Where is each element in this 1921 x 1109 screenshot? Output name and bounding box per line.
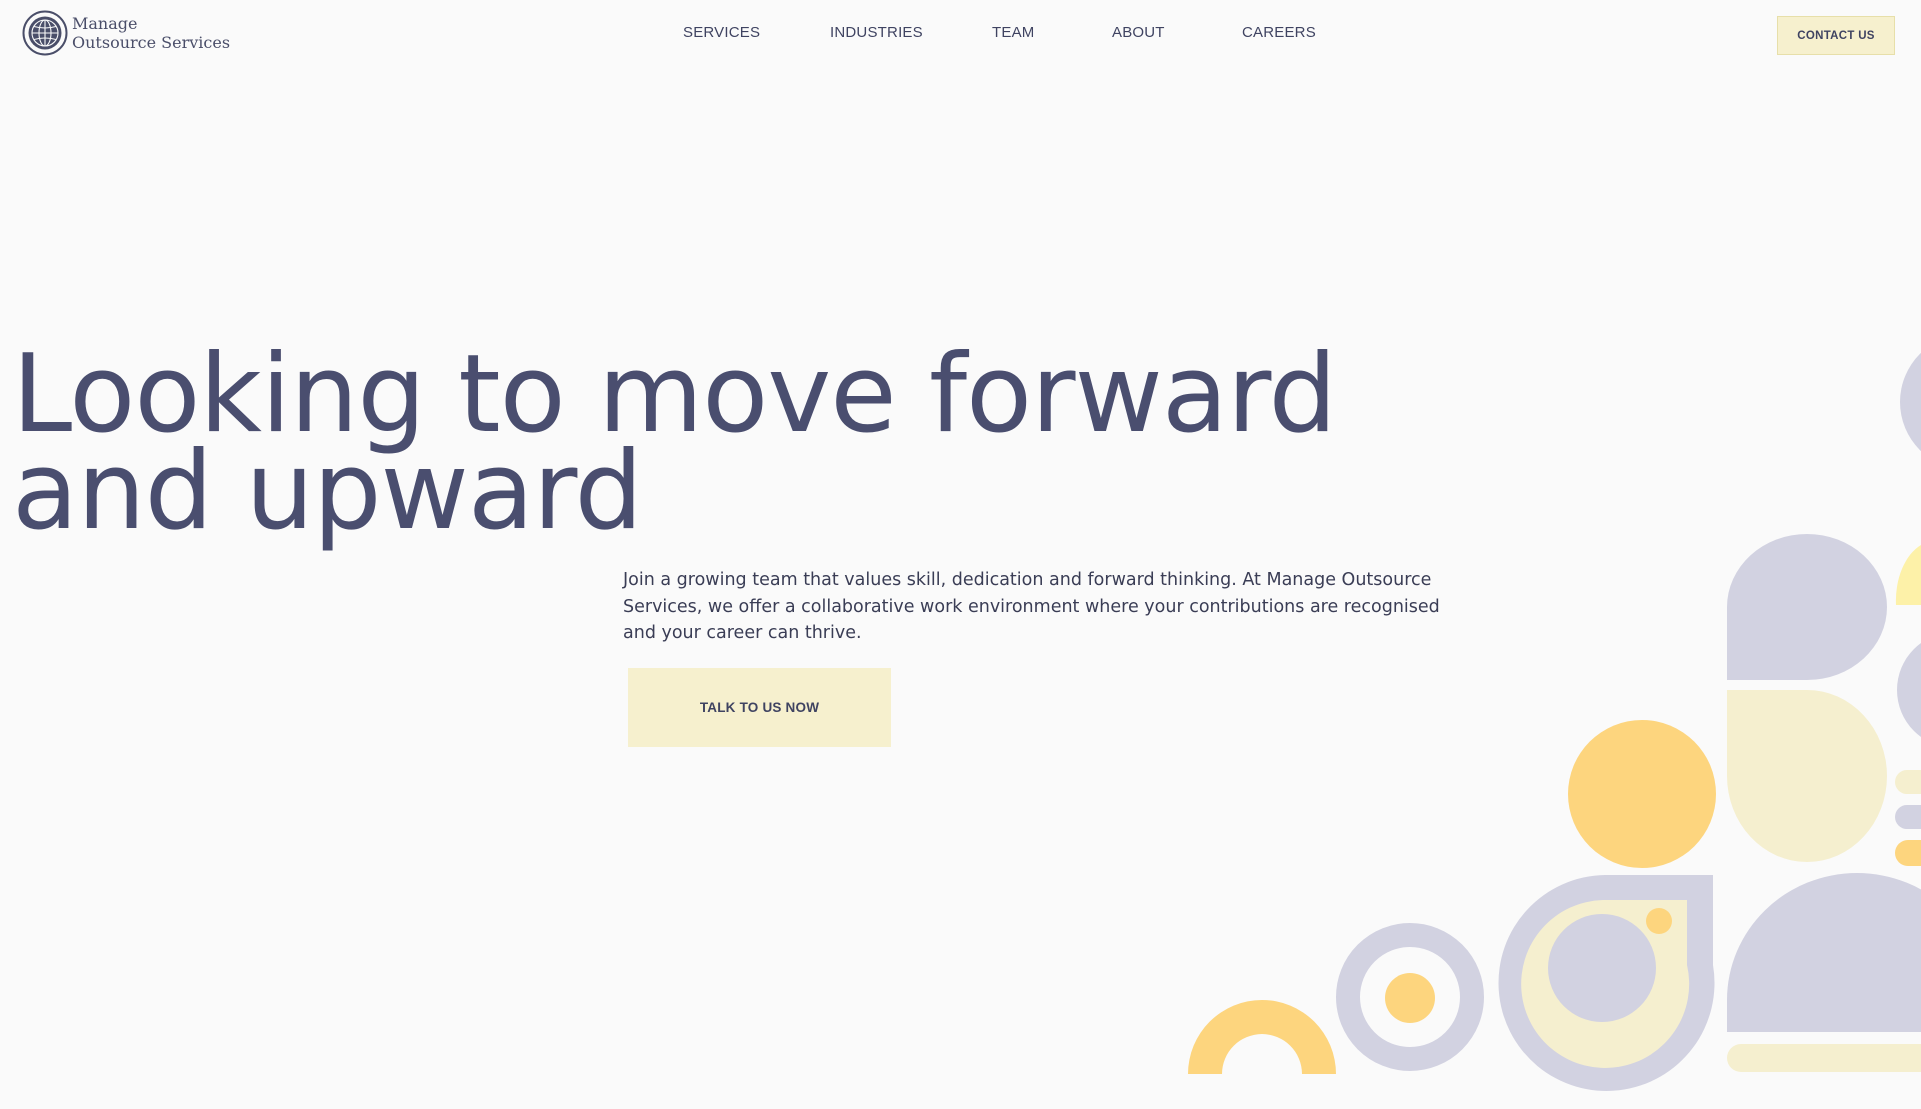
decor-pill-lavender — [1895, 805, 1921, 829]
nav-services[interactable]: SERVICES — [683, 24, 760, 41]
decor-cream-bar — [1727, 1044, 1921, 1072]
hero-description: Join a growing team that values skill, d… — [623, 570, 1440, 643]
nav-about[interactable]: ABOUT — [1112, 24, 1165, 41]
decor-cream-petal — [1727, 690, 1887, 862]
decor-circle-right — [1897, 643, 1921, 737]
decor-drop-cream — [1521, 900, 1690, 1068]
decor-drop-outer — [1498, 875, 1715, 1091]
decor-circle-top-right — [1900, 352, 1921, 452]
decor-ring-center — [1385, 973, 1435, 1023]
decor-yellow-circle — [1568, 720, 1716, 868]
decor-lavender-petal — [1727, 534, 1887, 680]
decorative-shapes — [1188, 352, 1921, 1091]
decor-drop-dot — [1646, 908, 1672, 934]
decor-yellow-arch — [1188, 1000, 1336, 1074]
nav-careers[interactable]: CAREERS — [1242, 24, 1316, 41]
nav-team[interactable]: TEAM — [992, 24, 1034, 41]
decor-ring — [1336, 923, 1484, 1071]
hero-title-line-2: and upward — [12, 429, 643, 554]
hero-title: Looking to move forward and upward — [12, 341, 1337, 554]
nav-industries[interactable]: INDUSTRIES — [830, 24, 923, 41]
decor-pill-cream — [1895, 770, 1921, 794]
contact-us-button[interactable]: CONTACT US — [1777, 16, 1895, 55]
talk-to-us-button[interactable]: TALK TO US NOW — [628, 668, 891, 747]
decor-yellow-sliver — [1895, 545, 1921, 605]
decor-lavender-dome — [1727, 873, 1921, 1032]
decor-drop-inner — [1548, 914, 1656, 1022]
main-nav: SERVICES INDUSTRIES TEAM ABOUT CAREERS — [0, 24, 1921, 46]
careers-page: Manage Outsource Services SERVICES INDUS… — [0, 0, 1921, 1109]
decor-pill-yellow — [1895, 840, 1921, 866]
